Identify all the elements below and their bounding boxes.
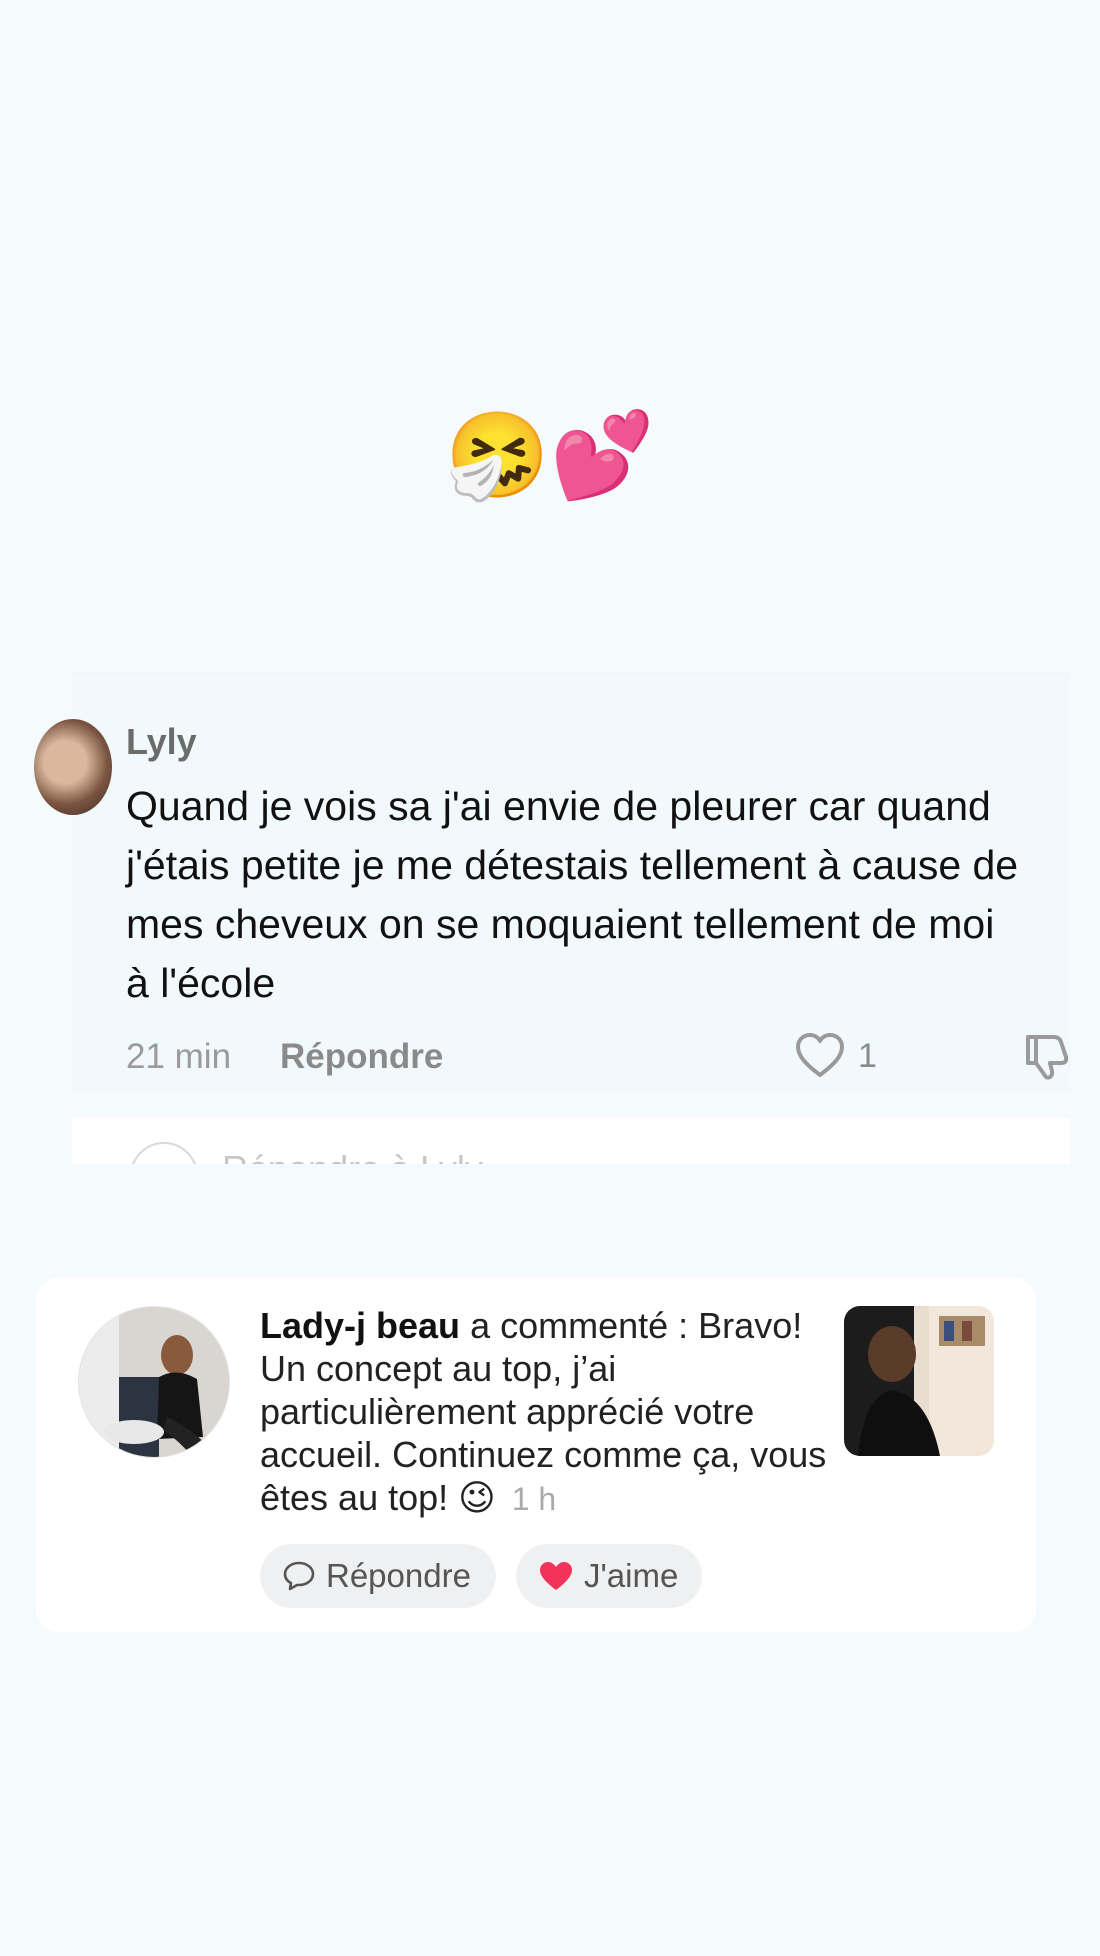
- reply-input-placeholder: Répondre à Lyly: [222, 1148, 483, 1164]
- avatar[interactable]: [78, 1306, 230, 1458]
- avatar[interactable]: [34, 719, 112, 815]
- sticker-emoji: 🤧💕: [445, 408, 655, 502]
- thumbs-down-icon: [1026, 1035, 1069, 1080]
- post-thumbnail[interactable]: [844, 1306, 994, 1456]
- like-button[interactable]: J'aime: [516, 1544, 702, 1608]
- notification-card: Lady-j beau a commenté : Bravo! Un conce…: [36, 1278, 1036, 1632]
- notification-text: Lady-j beau a commenté : Bravo! Un conce…: [260, 1304, 840, 1521]
- avatar-photo: [79, 1307, 229, 1457]
- like-button[interactable]: 1: [794, 1031, 877, 1081]
- comment-author[interactable]: Lyly: [126, 721, 197, 763]
- comment-meta-row: 21 min Répondre 1: [126, 1033, 1069, 1087]
- dislike-button[interactable]: [1020, 1029, 1074, 1092]
- notification-time: 1 h: [511, 1481, 557, 1517]
- heart-outline-icon: [796, 1033, 844, 1077]
- reply-button[interactable]: Répondre: [260, 1544, 496, 1608]
- like-button-label: J'aime: [584, 1557, 679, 1594]
- reply-input-preview[interactable]: Répondre à Lyly: [72, 1118, 1070, 1164]
- notification-author[interactable]: Lady-j beau: [260, 1305, 460, 1346]
- reply-button-label: Répondre: [326, 1557, 471, 1594]
- avatar: [130, 1142, 198, 1164]
- comment-card: Lyly Quand je vois sa j'ai envie de pleu…: [34, 672, 1070, 1093]
- comment-time: 21 min: [126, 1037, 232, 1076]
- heart-filled-icon: [540, 1562, 572, 1590]
- reply-button[interactable]: Répondre: [280, 1037, 443, 1077]
- thumbnail-photo: [844, 1306, 994, 1456]
- like-count: 1: [858, 1036, 877, 1075]
- comment-text: Quand je vois sa j'ai envie de pleurer c…: [126, 783, 1019, 1006]
- notification-action: a commenté :: [470, 1305, 689, 1346]
- speech-bubble-icon: [283, 1561, 315, 1591]
